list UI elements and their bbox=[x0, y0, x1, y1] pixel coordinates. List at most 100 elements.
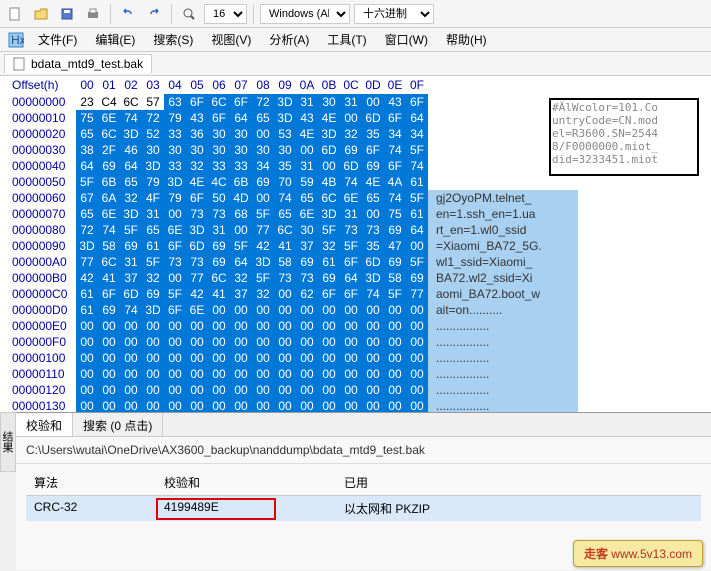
hex-byte[interactable]: 00 bbox=[120, 382, 142, 398]
hex-byte[interactable]: 00 bbox=[340, 382, 362, 398]
new-icon[interactable] bbox=[4, 3, 26, 25]
hex-byte[interactable]: 00 bbox=[208, 382, 230, 398]
undo-icon[interactable] bbox=[117, 3, 139, 25]
hex-byte[interactable]: 31 bbox=[296, 94, 318, 110]
ascii-cell[interactable]: BA72.wl2_ssid=Xi bbox=[428, 270, 578, 286]
hex-byte[interactable]: 5F bbox=[76, 174, 98, 190]
hex-byte[interactable]: 33 bbox=[230, 158, 252, 174]
hex-byte[interactable]: 35 bbox=[362, 126, 384, 142]
open-icon[interactable] bbox=[30, 3, 52, 25]
hex-byte[interactable]: 6D bbox=[340, 158, 362, 174]
hex-byte[interactable]: 61 bbox=[406, 174, 428, 190]
hex-byte[interactable]: 67 bbox=[76, 190, 98, 206]
hex-byte[interactable]: 00 bbox=[274, 398, 296, 412]
hex-byte[interactable]: 69 bbox=[208, 254, 230, 270]
hex-byte[interactable]: 00 bbox=[230, 318, 252, 334]
hex-byte[interactable]: 34 bbox=[384, 126, 406, 142]
hex-byte[interactable]: 65 bbox=[76, 206, 98, 222]
hex-byte[interactable]: 74 bbox=[120, 110, 142, 126]
hex-byte[interactable]: 00 bbox=[208, 398, 230, 412]
hex-byte[interactable]: 00 bbox=[230, 398, 252, 412]
hex-byte[interactable]: 23 bbox=[76, 94, 98, 110]
hex-byte[interactable]: 74 bbox=[98, 222, 120, 238]
hex-byte[interactable]: 69 bbox=[252, 174, 274, 190]
arch-select[interactable]: Windows (Al bbox=[260, 4, 350, 24]
hex-byte[interactable]: 3D bbox=[362, 270, 384, 286]
hex-byte[interactable]: 00 bbox=[406, 382, 428, 398]
hex-byte[interactable]: 32 bbox=[142, 270, 164, 286]
hex-byte[interactable]: 6F bbox=[186, 190, 208, 206]
hex-byte[interactable]: 00 bbox=[120, 398, 142, 412]
hex-byte[interactable]: 00 bbox=[164, 206, 186, 222]
hex-byte[interactable]: 4E bbox=[186, 174, 208, 190]
hex-byte[interactable]: 6C bbox=[274, 222, 296, 238]
hex-byte[interactable]: 73 bbox=[362, 222, 384, 238]
hex-byte[interactable]: 65 bbox=[362, 190, 384, 206]
ascii-cell[interactable]: ................ bbox=[428, 366, 578, 382]
hex-byte[interactable]: 31 bbox=[142, 206, 164, 222]
hex-byte[interactable]: 00 bbox=[230, 350, 252, 366]
menu-analyze[interactable]: 分析(A) bbox=[261, 29, 317, 50]
hex-byte[interactable]: 43 bbox=[296, 110, 318, 126]
hex-byte[interactable]: 6F bbox=[98, 286, 120, 302]
hex-byte[interactable]: 00 bbox=[318, 382, 340, 398]
hex-byte[interactable]: 00 bbox=[384, 350, 406, 366]
hex-byte[interactable]: 00 bbox=[98, 318, 120, 334]
hex-byte[interactable]: 00 bbox=[186, 382, 208, 398]
hex-byte[interactable]: 6B bbox=[98, 174, 120, 190]
hex-byte[interactable]: 6C bbox=[318, 190, 340, 206]
ascii-cell[interactable]: ait=on.......... bbox=[428, 302, 578, 318]
hex-byte[interactable]: 6B bbox=[230, 174, 252, 190]
hex-byte[interactable]: 5F bbox=[120, 222, 142, 238]
hex-byte[interactable]: 00 bbox=[252, 126, 274, 142]
hex-byte[interactable]: 72 bbox=[252, 94, 274, 110]
hex-byte[interactable]: 4A bbox=[384, 174, 406, 190]
hex-row[interactable]: 000000E000000000000000000000000000000000… bbox=[0, 318, 711, 334]
hex-byte[interactable]: 31 bbox=[208, 222, 230, 238]
hex-byte[interactable]: 3D bbox=[76, 238, 98, 254]
hex-byte[interactable]: 31 bbox=[296, 158, 318, 174]
hex-byte[interactable]: 6C bbox=[98, 254, 120, 270]
hex-byte[interactable]: 61 bbox=[406, 206, 428, 222]
hex-byte[interactable]: 00 bbox=[274, 286, 296, 302]
hex-byte[interactable]: 00 bbox=[230, 222, 252, 238]
hex-byte[interactable]: 4D bbox=[230, 190, 252, 206]
hex-byte[interactable]: 32 bbox=[186, 158, 208, 174]
hex-byte[interactable]: 65 bbox=[120, 174, 142, 190]
hex-byte[interactable]: 5F bbox=[142, 254, 164, 270]
hex-byte[interactable]: 63 bbox=[164, 94, 186, 110]
hex-row[interactable]: 0000013000000000000000000000000000000000… bbox=[0, 398, 711, 412]
hex-byte[interactable]: 79 bbox=[164, 190, 186, 206]
hex-byte[interactable]: 6D bbox=[318, 142, 340, 158]
hex-byte[interactable]: 00 bbox=[98, 366, 120, 382]
hex-byte[interactable]: 61 bbox=[76, 286, 98, 302]
ascii-cell[interactable]: en=1.ssh_en=1.ua bbox=[428, 206, 578, 222]
hex-byte[interactable]: 43 bbox=[384, 94, 406, 110]
hex-byte[interactable]: 30 bbox=[230, 126, 252, 142]
hex-byte[interactable]: 58 bbox=[274, 254, 296, 270]
hex-byte[interactable]: 30 bbox=[164, 142, 186, 158]
hex-byte[interactable]: 74 bbox=[362, 286, 384, 302]
hex-byte[interactable]: 00 bbox=[274, 334, 296, 350]
hex-byte[interactable]: 72 bbox=[76, 222, 98, 238]
hex-row[interactable]: 000000D06169743D6F6E00000000000000000000… bbox=[0, 302, 711, 318]
menu-view[interactable]: 视图(V) bbox=[203, 29, 259, 50]
hex-byte[interactable]: 00 bbox=[340, 398, 362, 412]
hex-row[interactable]: 00000070656E3D31007373685F656E3D31007561… bbox=[0, 206, 711, 222]
hex-byte[interactable]: 34 bbox=[406, 126, 428, 142]
hex-byte[interactable]: 00 bbox=[362, 366, 384, 382]
menu-tools[interactable]: 工具(T) bbox=[319, 29, 374, 50]
hex-byte[interactable]: 00 bbox=[406, 334, 428, 350]
ascii-cell[interactable]: gj2OyoPM.telnet_ bbox=[428, 190, 578, 206]
hex-byte[interactable]: 00 bbox=[406, 302, 428, 318]
hex-byte[interactable]: 42 bbox=[186, 286, 208, 302]
hex-byte[interactable]: 77 bbox=[186, 270, 208, 286]
hex-byte[interactable]: 77 bbox=[406, 286, 428, 302]
hex-byte[interactable]: 6D bbox=[362, 254, 384, 270]
hex-byte[interactable]: 65 bbox=[296, 190, 318, 206]
hex-byte[interactable]: 00 bbox=[406, 318, 428, 334]
hex-byte[interactable]: 00 bbox=[98, 382, 120, 398]
ascii-cell[interactable]: rt_en=1.wl0_ssid bbox=[428, 222, 578, 238]
hex-byte[interactable]: 30 bbox=[208, 142, 230, 158]
menu-help[interactable]: 帮助(H) bbox=[438, 29, 495, 50]
